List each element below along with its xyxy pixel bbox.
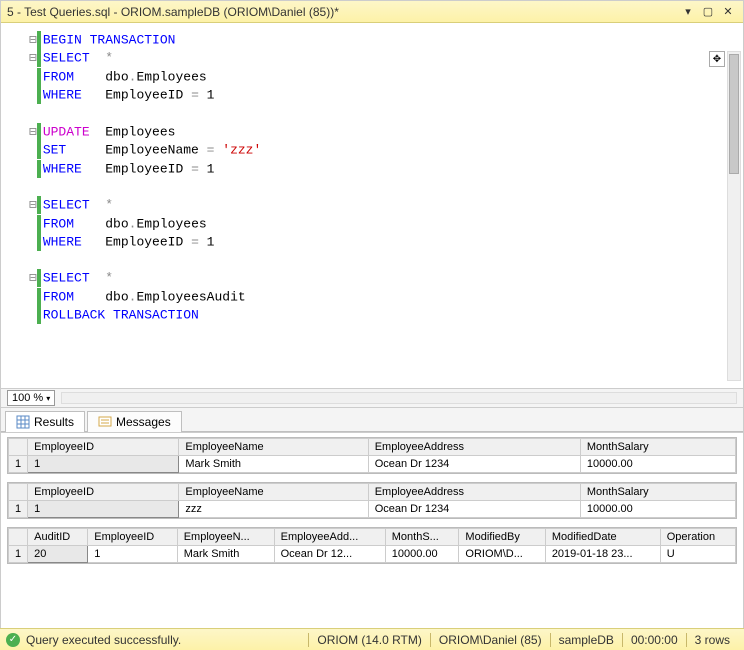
split-toggle-icon[interactable]: ✥ — [709, 51, 725, 67]
result-grid[interactable]: EmployeeIDEmployeeNameEmployeeAddressMon… — [7, 482, 737, 519]
cell[interactable]: ORIOM\D... — [459, 546, 545, 563]
cell[interactable]: 2019-01-18 23... — [545, 546, 660, 563]
scroll-thumb[interactable] — [729, 54, 739, 174]
cell[interactable]: 1 — [28, 501, 179, 518]
cell[interactable]: 1 — [88, 546, 177, 563]
column-header[interactable]: MonthS... — [385, 529, 459, 546]
zoom-value: 100 % — [12, 392, 43, 404]
messages-icon — [98, 415, 112, 429]
status-time: 00:00:00 — [622, 633, 686, 647]
column-header[interactable]: EmployeeName — [179, 484, 368, 501]
status-server: ORIOM (14.0 RTM) — [308, 633, 429, 647]
cell[interactable]: U — [660, 546, 735, 563]
window-title: 5 - Test Queries.sql - ORIOM.sampleDB (O… — [7, 5, 679, 19]
results-tabs: Results Messages — [1, 408, 743, 432]
column-header[interactable]: ModifiedDate — [545, 529, 660, 546]
status-user: ORIOM\Daniel (85) — [430, 633, 550, 647]
sql-editor[interactable]: ⊟BEGIN TRANSACTION ⊟SELECT * FROM dbo.Em… — [1, 23, 743, 388]
column-header[interactable]: EmployeeN... — [177, 529, 274, 546]
result-grid[interactable]: AuditIDEmployeeIDEmployeeN...EmployeeAdd… — [7, 527, 737, 564]
column-header[interactable]: EmployeeAddress — [368, 439, 580, 456]
cell[interactable]: 10000.00 — [580, 501, 735, 518]
column-header[interactable]: EmployeeAddress — [368, 484, 580, 501]
column-header[interactable]: EmployeeID — [28, 484, 179, 501]
table-row[interactable]: 11zzzOcean Dr 123410000.00 — [9, 501, 736, 518]
cell[interactable]: Ocean Dr 1234 — [368, 456, 580, 473]
table-row[interactable]: 11Mark SmithOcean Dr 123410000.00 — [9, 456, 736, 473]
status-bar: ✓ Query executed successfully. ORIOM (14… — [0, 628, 744, 650]
column-header[interactable]: EmployeeID — [28, 439, 179, 456]
cell[interactable]: 10000.00 — [580, 456, 735, 473]
cell[interactable]: Ocean Dr 1234 — [368, 501, 580, 518]
grid-icon — [16, 415, 30, 429]
results-pane[interactable]: EmployeeIDEmployeeNameEmployeeAddressMon… — [1, 432, 743, 622]
column-header[interactable]: Operation — [660, 529, 735, 546]
float-button[interactable]: ▢ — [699, 5, 717, 19]
editor-gutter — [1, 23, 23, 388]
cell[interactable]: Mark Smith — [177, 546, 274, 563]
result-grid[interactable]: EmployeeIDEmployeeNameEmployeeAddressMon… — [7, 437, 737, 474]
zoom-selector[interactable]: 100 % ▾ — [7, 390, 55, 406]
column-header[interactable]: EmployeeID — [88, 529, 177, 546]
table-row[interactable]: 1201Mark SmithOcean Dr 12...10000.00ORIO… — [9, 546, 736, 563]
column-header[interactable]: EmployeeAdd... — [274, 529, 385, 546]
cell[interactable]: 10000.00 — [385, 546, 459, 563]
vertical-scrollbar[interactable] — [727, 51, 741, 381]
cell[interactable]: 1 — [28, 456, 179, 473]
success-icon: ✓ — [6, 633, 20, 647]
tab-results-label: Results — [34, 415, 74, 429]
horizontal-scrollbar[interactable] — [61, 392, 737, 404]
status-db: sampleDB — [550, 633, 622, 647]
cell[interactable]: zzz — [179, 501, 368, 518]
zoom-bar: 100 % ▾ — [1, 388, 743, 408]
cell[interactable]: Mark Smith — [179, 456, 368, 473]
tab-messages-label: Messages — [116, 415, 171, 429]
column-header[interactable]: MonthSalary — [580, 484, 735, 501]
status-message: Query executed successfully. — [26, 633, 181, 647]
column-header[interactable]: ModifiedBy — [459, 529, 545, 546]
status-rows: 3 rows — [686, 633, 738, 647]
cell[interactable]: Ocean Dr 12... — [274, 546, 385, 563]
tab-messages[interactable]: Messages — [87, 411, 182, 432]
dropdown-button[interactable]: ▾ — [679, 5, 697, 19]
tab-results[interactable]: Results — [5, 411, 85, 432]
title-bar: 5 - Test Queries.sql - ORIOM.sampleDB (O… — [1, 1, 743, 23]
code-area[interactable]: ⊟BEGIN TRANSACTION ⊟SELECT * FROM dbo.Em… — [23, 23, 743, 388]
cell[interactable]: 20 — [28, 546, 88, 563]
column-header[interactable]: MonthSalary — [580, 439, 735, 456]
close-button[interactable]: ✕ — [719, 5, 737, 19]
column-header[interactable]: AuditID — [28, 529, 88, 546]
window-buttons: ▾ ▢ ✕ — [679, 5, 737, 19]
column-header[interactable]: EmployeeName — [179, 439, 368, 456]
chevron-down-icon: ▾ — [46, 394, 50, 403]
